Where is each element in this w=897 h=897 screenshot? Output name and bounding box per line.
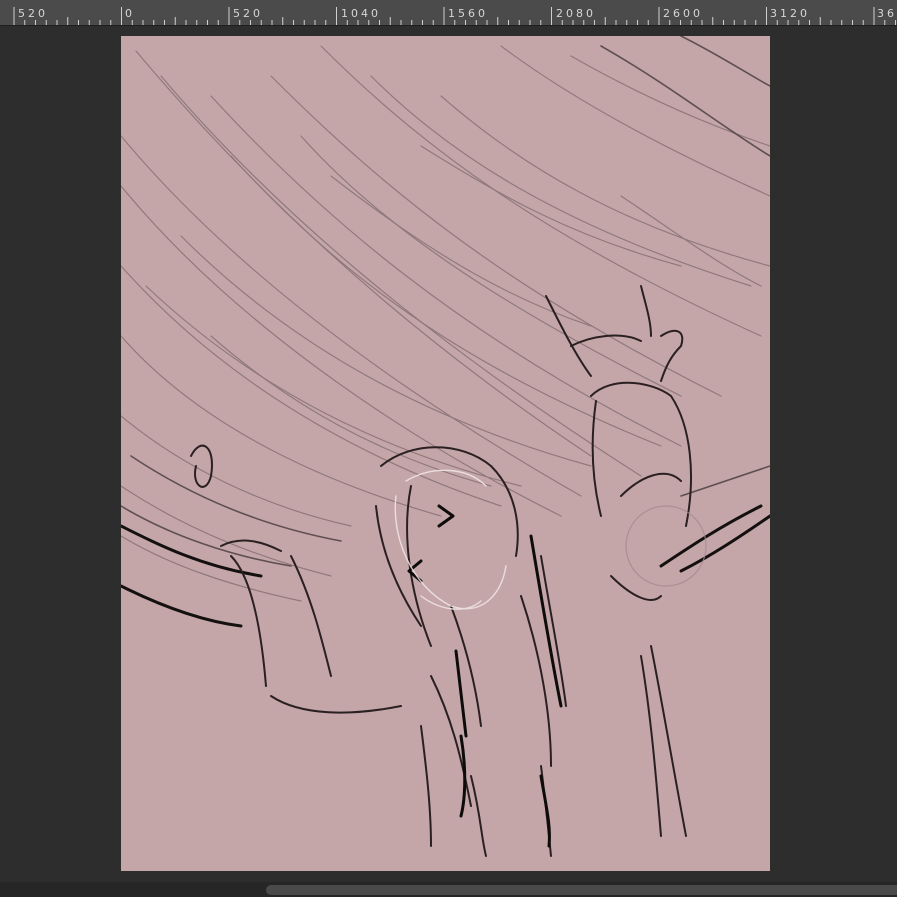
ruler-label-3120: 3120 [770,7,810,20]
horizontal-scrollbar-thumb[interactable] [266,885,897,895]
ruler-label-neg-520: 520 [18,7,48,20]
horizontal-ruler[interactable]: 520 0 520 1040 1560 2080 2600 3120 36 [0,0,897,26]
ruler-label-36: 36 [877,7,897,20]
ruler-label-0: 0 [125,7,135,20]
ruler-label-2600: 2600 [663,7,703,20]
ruler-label-1040: 1040 [341,7,381,20]
ruler-label-2080: 2080 [556,7,596,20]
sketch-artwork [121,36,770,857]
canvas-workspace[interactable] [0,26,897,882]
drawing-canvas[interactable] [121,36,770,871]
drawing-app-window: 520 0 520 1040 1560 2080 2600 3120 36 [0,0,897,897]
horizontal-scrollbar[interactable] [0,882,897,897]
ruler-label-1560: 1560 [448,7,488,20]
ruler-label-520: 520 [233,7,263,20]
